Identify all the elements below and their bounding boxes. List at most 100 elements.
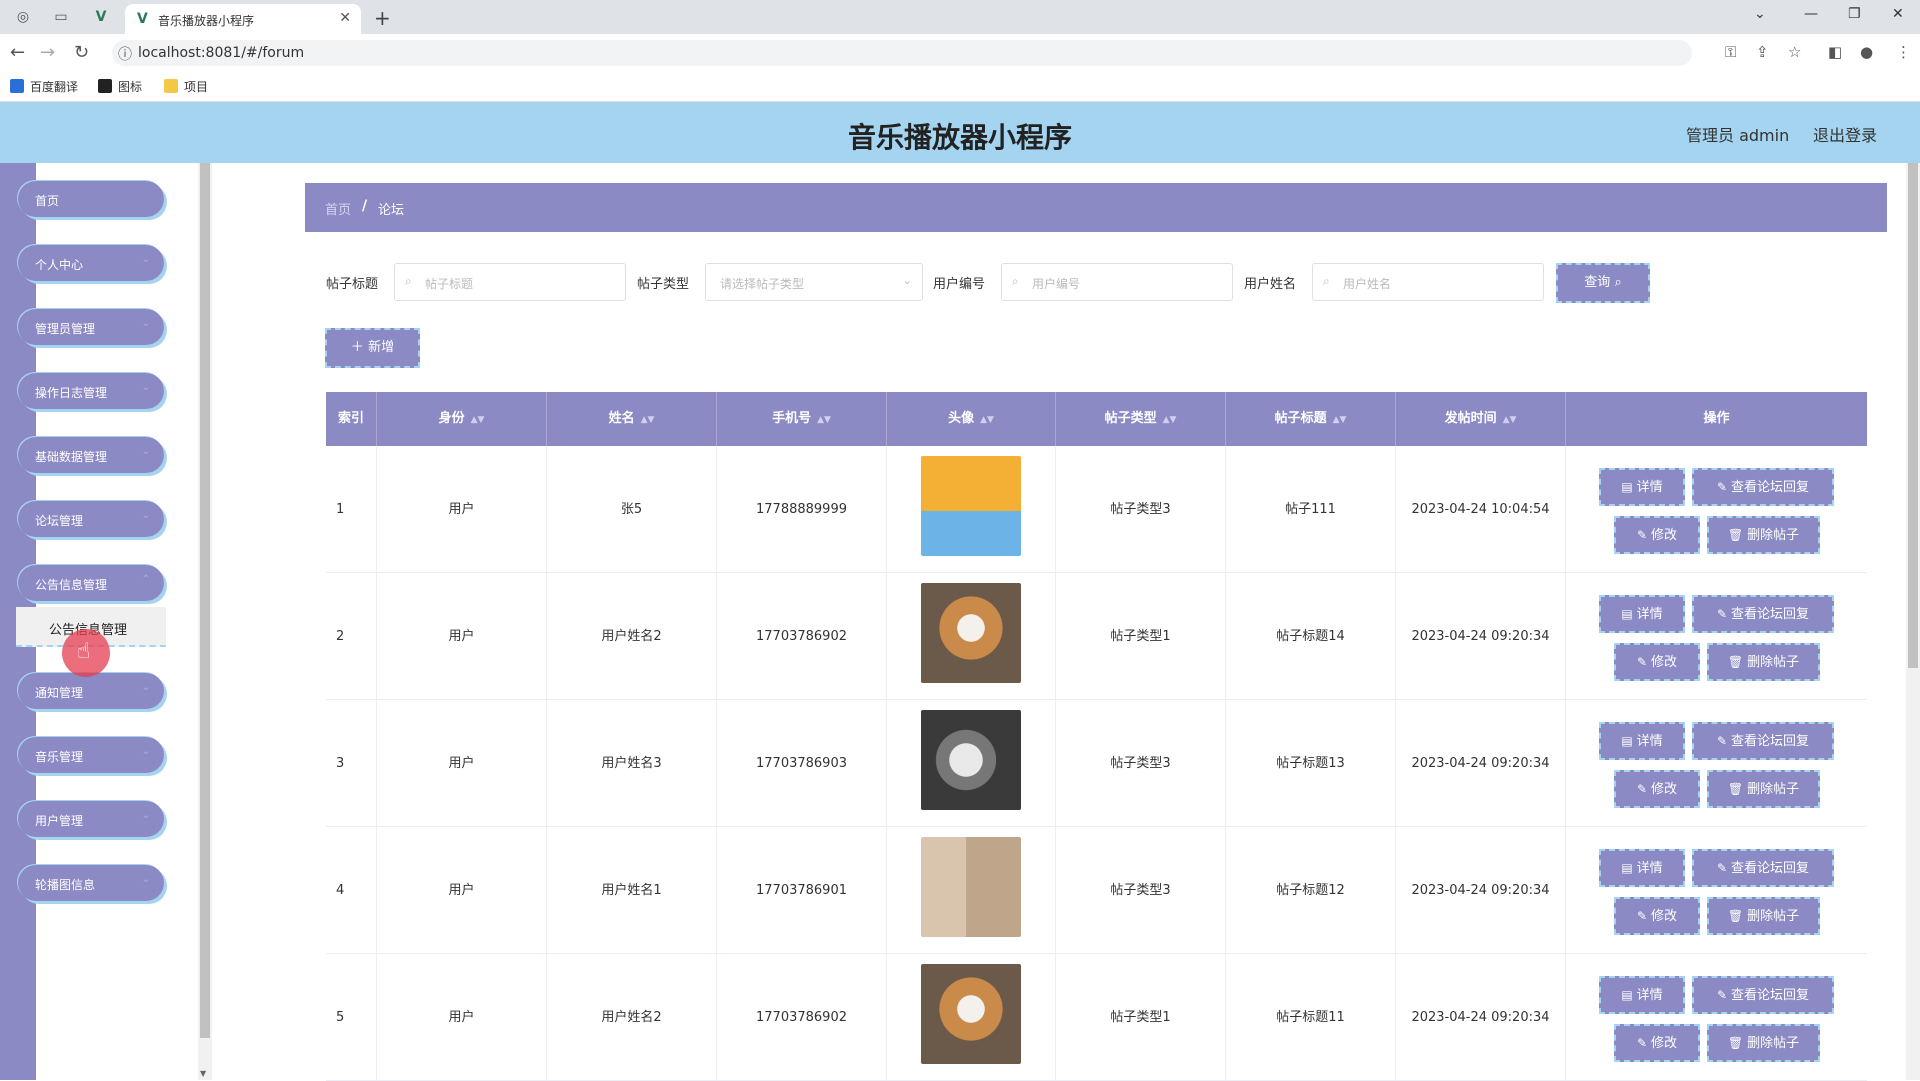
view-reply-button[interactable]: ✎ 查看论坛回复 [1692, 976, 1834, 1014]
view-reply-button[interactable]: ✎ 查看论坛回复 [1692, 722, 1834, 760]
restore-icon[interactable]: ❐ [1848, 6, 1861, 22]
sidebar-item-notice[interactable]: 公告信息管理 ⌃ [18, 565, 164, 601]
plus-icon: ＋ [350, 340, 364, 355]
edit-icon: ✎ [1716, 861, 1728, 875]
col-type[interactable]: 帖子类型 ▲▼ [1056, 392, 1226, 446]
detail-button[interactable]: ▤ 详情 [1599, 468, 1685, 506]
filter-type-label: 帖子类型 [637, 277, 690, 292]
type-select[interactable]: 请选择帖子类型 ⌄ [705, 263, 923, 301]
scrollbar-thumb[interactable] [1908, 163, 1918, 668]
detail-button[interactable]: ▤ 详情 [1599, 849, 1685, 887]
detail-button[interactable]: ▤ 详情 [1599, 722, 1685, 760]
sidebar-item-music[interactable]: 音乐管理 ⌄ [18, 737, 164, 773]
title-search-input[interactable]: ⌕ 帖子标题 [394, 263, 626, 301]
tab-search-icon[interactable]: ◎ [14, 8, 32, 26]
app-header: 音乐播放器小程序 管理员 admin 退出登录 [0, 102, 1920, 163]
view-reply-button[interactable]: ✎ 查看论坛回复 [1692, 468, 1834, 506]
cell-index: 4 [326, 827, 377, 954]
delete-button[interactable]: 🗑 删除帖子 [1707, 897, 1820, 935]
site-info-icon[interactable]: ⓘ [118, 44, 132, 64]
page-scrollbar[interactable] [1906, 163, 1920, 1080]
sidebar-scrollbar[interactable]: ▼ [198, 163, 212, 1080]
reload-icon[interactable]: ↻ [74, 42, 89, 63]
browser-tab[interactable]: V 音乐播放器小程序 ✕ [125, 4, 361, 34]
cell-role: 用户 [377, 954, 547, 1081]
back-icon[interactable]: ← [10, 42, 25, 63]
avatar-image[interactable] [921, 583, 1021, 683]
star-icon[interactable]: ☆ [1788, 43, 1801, 61]
pinned-tab-icon[interactable]: V [92, 8, 110, 26]
close-tab-icon[interactable]: ✕ [339, 10, 351, 26]
avatar-image[interactable] [921, 710, 1021, 810]
edit-button[interactable]: ✎ 修改 [1614, 897, 1700, 935]
sidebar-item-carousel[interactable]: 轮播图信息 ⌄ [18, 865, 164, 901]
sort-icon: ▲▼ [1332, 415, 1347, 425]
edit-button[interactable]: ✎ 修改 [1614, 1024, 1700, 1062]
delete-button[interactable]: 🗑 删除帖子 [1707, 643, 1820, 681]
breadcrumb-home[interactable]: 首页 [325, 199, 351, 218]
scrollbar-thumb[interactable] [200, 163, 210, 1038]
detail-button[interactable]: ▤ 详情 [1599, 976, 1685, 1014]
avatar-image[interactable] [921, 964, 1021, 1064]
share-icon[interactable]: ⇪ [1756, 43, 1769, 61]
sort-icon: ▲▼ [1162, 415, 1177, 425]
col-name[interactable]: 姓名 ▲▼ [547, 392, 717, 446]
minimize-icon[interactable]: — [1804, 6, 1818, 22]
uid-search-input[interactable]: ⌕ 用户编号 [1001, 263, 1233, 301]
add-button[interactable]: ＋ 新增 [325, 328, 420, 368]
cell-phone: 17703786902 [717, 573, 887, 700]
sidebar-item-logs[interactable]: 操作日志管理 ⌄ [18, 373, 164, 409]
delete-button[interactable]: 🗑 删除帖子 [1707, 516, 1820, 554]
sidebar-item-notify[interactable]: 通知管理 ⌄ [18, 673, 164, 709]
close-window-icon[interactable]: ✕ [1892, 6, 1904, 22]
sidebar-item-profile[interactable]: 个人中心 ⌄ [18, 245, 164, 281]
delete-button[interactable]: 🗑 删除帖子 [1707, 770, 1820, 808]
breadcrumb-separator: / [362, 198, 368, 214]
sort-icon: ▲▼ [817, 415, 831, 425]
col-role[interactable]: 身份 ▲▼ [377, 392, 547, 446]
search-icon: ⌕ [1012, 274, 1019, 288]
menu-icon[interactable]: ⋮ [1896, 43, 1911, 61]
sidebar-item-home[interactable]: 首页 [18, 181, 164, 217]
logout-link[interactable]: 退出登录 [1813, 122, 1877, 146]
avatar-image[interactable] [921, 837, 1021, 937]
col-phone[interactable]: 手机号 ▲▼ [717, 392, 887, 446]
avatar-image[interactable] [921, 456, 1021, 556]
view-reply-button[interactable]: ✎ 查看论坛回复 [1692, 849, 1834, 887]
sidebar-item-admin[interactable]: 管理员管理 ⌄ [18, 309, 164, 345]
uname-search-input[interactable]: ⌕ 用户姓名 [1312, 263, 1544, 301]
query-button[interactable]: 查询 ⌕ [1556, 263, 1650, 303]
edit-button[interactable]: ✎ 修改 [1614, 516, 1700, 554]
bookmark-translate[interactable]: 百度翻译 [10, 78, 78, 95]
cell-index: 2 [326, 573, 377, 700]
col-avatar[interactable]: 头像 ▲▼ [887, 392, 1056, 446]
table-row: 5 用户 用户姓名2 17703786902 帖子类型1 帖子标题11 2023-04-24… [326, 954, 1867, 1081]
profile-icon[interactable]: ● [1860, 43, 1873, 61]
tab-group-icon[interactable]: ▭ [52, 8, 70, 26]
bookmark-project[interactable]: 项目 [164, 78, 208, 95]
bookmarks-bar: 百度翻译 图标 项目 [0, 70, 1920, 102]
col-time[interactable]: 发帖时间 ▲▼ [1396, 392, 1566, 446]
new-tab-icon[interactable]: + [374, 6, 391, 30]
chevron-down-icon: ⌄ [141, 254, 150, 265]
detail-button[interactable]: ▤ 详情 [1599, 595, 1685, 633]
scroll-down-arrow-icon[interactable]: ▼ [200, 1069, 206, 1078]
url-field[interactable]: ⓘ localhost:8081/#/forum [112, 40, 1692, 66]
forward-icon[interactable]: → [40, 42, 55, 63]
trash-icon: 🗑 [1727, 655, 1744, 669]
sidebar-item-users[interactable]: 用户管理 ⌄ [18, 801, 164, 837]
key-icon[interactable]: ⚿ [1725, 43, 1736, 61]
sidebar-item-basedata[interactable]: 基础数据管理 ⌄ [18, 437, 164, 473]
view-reply-button[interactable]: ✎ 查看论坛回复 [1692, 595, 1834, 633]
cell-name: 张5 [547, 446, 717, 573]
tab-title: 音乐播放器小程序 [158, 14, 255, 28]
delete-button[interactable]: 🗑 删除帖子 [1707, 1024, 1820, 1062]
bookmark-icons[interactable]: 图标 [98, 78, 142, 95]
sidepanel-icon[interactable]: ◧ [1828, 43, 1842, 61]
edit-button[interactable]: ✎ 修改 [1614, 770, 1700, 808]
tab-list-icon[interactable]: ⌄ [1754, 6, 1766, 22]
col-title[interactable]: 帖子标题 ▲▼ [1226, 392, 1396, 446]
edit-button[interactable]: ✎ 修改 [1614, 643, 1700, 681]
chevron-down-icon: ⌄ [141, 874, 150, 885]
sidebar-item-forum[interactable]: 论坛管理 ⌄ [18, 501, 164, 537]
